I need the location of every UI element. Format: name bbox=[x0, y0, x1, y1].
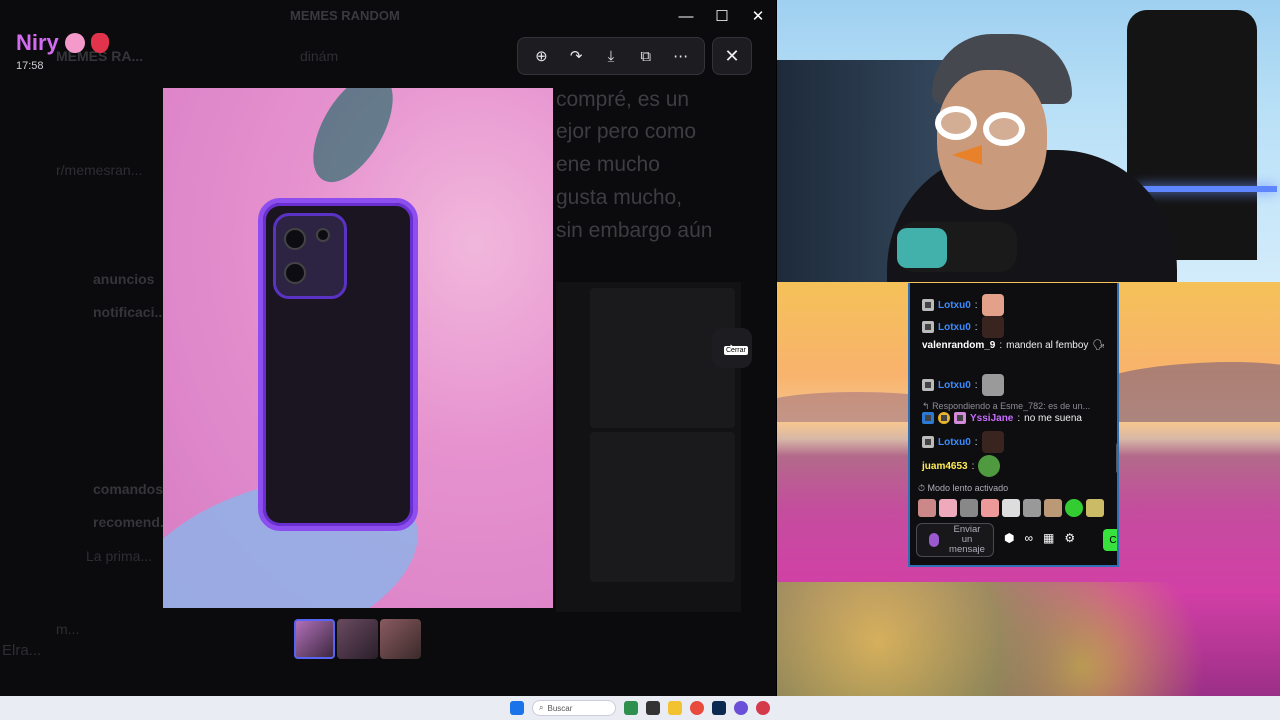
sidebar-item-memes[interactable]: r/memesran... bbox=[56, 162, 142, 178]
window-controls: — ☐ ✕ bbox=[668, 0, 776, 32]
media-image[interactable] bbox=[163, 88, 553, 608]
webcam-feed bbox=[777, 0, 1280, 282]
author-time: 17:58 bbox=[16, 60, 44, 72]
media-author: Niry 17:58 bbox=[16, 30, 109, 72]
chrome-icon[interactable] bbox=[690, 701, 704, 715]
bg-message-line: gusta mucho, bbox=[556, 186, 683, 209]
emote-icon[interactable] bbox=[939, 499, 957, 517]
app-icon[interactable] bbox=[734, 701, 748, 715]
user-badge-icon bbox=[922, 299, 934, 311]
viewer-toolbar: ⊕ ↷ ⤓ ⧉ ⋯ bbox=[517, 37, 705, 75]
sidebar-item-m[interactable]: m... bbox=[56, 621, 79, 637]
emote-icon[interactable] bbox=[918, 499, 936, 517]
emote-icon[interactable] bbox=[960, 499, 978, 517]
user-badge-icon bbox=[922, 412, 934, 424]
zoom-in-icon[interactable]: ⊕ bbox=[528, 47, 554, 65]
strawberry-emoji-icon bbox=[90, 33, 109, 53]
clock-icon: ⏱ bbox=[918, 483, 926, 493]
sidebar-item-notificaciones[interactable]: notificaci... bbox=[93, 304, 166, 320]
window-title: MEMES RANDOM bbox=[290, 8, 400, 23]
open-external-icon[interactable]: ⧉ bbox=[633, 48, 659, 65]
emote-icon bbox=[981, 316, 1004, 338]
minimize-button[interactable]: — bbox=[668, 0, 704, 32]
taskbar-search[interactable]: ⌕ Buscar bbox=[532, 700, 616, 716]
reply-context: ↰ Respondiendo a Esme_782: es de un... bbox=[922, 401, 1091, 411]
discord-window: MEMES RANDOM — ☐ ✕ MEMES RA... dinám r/m… bbox=[0, 0, 776, 696]
sidebar-item-comandos[interactable]: comandos bbox=[93, 481, 163, 497]
close-icon: ✕ bbox=[724, 45, 740, 66]
thumbnail[interactable] bbox=[294, 619, 335, 659]
sub-badge-icon bbox=[938, 412, 950, 424]
gear-icon[interactable]: ⚙ bbox=[1064, 531, 1075, 545]
user-badge-icon bbox=[954, 412, 966, 424]
sidebar-item-anuncios[interactable]: anuncios bbox=[93, 271, 154, 287]
chat-message: Lotxu0: bbox=[922, 294, 1004, 316]
emote-icon[interactable] bbox=[1044, 499, 1062, 517]
maximize-button[interactable]: ☐ bbox=[704, 0, 740, 32]
emote-icon[interactable] bbox=[1065, 499, 1083, 517]
thumbnail[interactable] bbox=[337, 619, 378, 659]
more-icon[interactable]: ⋯ bbox=[668, 47, 694, 65]
mic-icon[interactable] bbox=[929, 533, 939, 547]
emote-icon[interactable] bbox=[981, 499, 999, 517]
chat-message: Lotxu0: bbox=[922, 431, 1004, 453]
frog-emote-icon bbox=[978, 455, 1001, 477]
speaker-emoji-icon: 🗣 bbox=[1092, 340, 1106, 351]
sidebar-item-prima[interactable]: La prima... bbox=[86, 548, 152, 564]
bg-message-line: ejor pero como bbox=[556, 120, 697, 143]
task-view-icon[interactable] bbox=[646, 701, 660, 715]
bottom-user: Elra... bbox=[2, 642, 42, 659]
thumbnail-strip bbox=[294, 619, 421, 659]
emote-icon bbox=[981, 294, 1004, 316]
download-icon[interactable]: ⤓ bbox=[598, 48, 624, 65]
chat-scrollbar[interactable] bbox=[1116, 443, 1117, 473]
emote-icon[interactable] bbox=[1023, 499, 1041, 517]
chat-message: Lotxu0: bbox=[922, 374, 1004, 396]
phone-in-photo bbox=[258, 198, 418, 531]
viewer-close-button[interactable]: ✕ bbox=[712, 37, 752, 75]
photoshop-icon[interactable] bbox=[712, 701, 726, 715]
file-explorer-icon[interactable] bbox=[668, 701, 682, 715]
thumbnail[interactable] bbox=[380, 619, 421, 659]
chat-message: Lotxu0: bbox=[922, 316, 1004, 338]
bg-message-line: ene mucho bbox=[556, 153, 660, 176]
taskbar: ⌕ Buscar bbox=[0, 696, 1280, 720]
channel-tab: dinám bbox=[300, 48, 339, 64]
chat-input[interactable]: Enviar un mensaje bbox=[916, 523, 994, 557]
chat-message: valenrandom_9: manden al femboy 🗣 bbox=[922, 340, 1106, 351]
reply-icon: ↰ bbox=[922, 401, 930, 411]
user-badge-icon bbox=[922, 436, 934, 448]
chat-input-placeholder: Enviar un mensaje bbox=[949, 524, 985, 555]
author-name[interactable]: Niry bbox=[16, 30, 109, 56]
start-icon[interactable] bbox=[510, 701, 524, 715]
search-icon: ⌕ bbox=[539, 703, 544, 712]
flower-emoji-icon bbox=[64, 33, 85, 53]
bg-message-line: compré, es un bbox=[556, 88, 690, 111]
chat-actions: ⬢ ∞ ▦ ⚙ bbox=[1004, 531, 1075, 545]
chat-message: YssiJane: no me suena bbox=[922, 412, 1082, 424]
chat-send-button[interactable]: C bbox=[1103, 529, 1117, 551]
widget-icon[interactable] bbox=[624, 701, 638, 715]
bits-icon[interactable]: ⬢ bbox=[1004, 531, 1014, 545]
screen: MEMES RANDOM — ☐ ✕ MEMES RA... dinám r/m… bbox=[0, 0, 1280, 720]
emote-icon[interactable] bbox=[1086, 499, 1104, 517]
stream-chat: Lotxu0: Lotxu0: valenrandom_9: manden al… bbox=[908, 283, 1119, 567]
sidebar-item-recomend[interactable]: recomend... bbox=[93, 514, 172, 530]
emote-icon bbox=[981, 431, 1004, 453]
app-icon[interactable] bbox=[756, 701, 770, 715]
user-badge-icon bbox=[922, 321, 934, 333]
slow-mode-notice: ⏱ Modo lento activado bbox=[918, 483, 1009, 493]
emote-row bbox=[918, 499, 1104, 517]
chat-message: juam4653: bbox=[922, 455, 1001, 477]
forward-icon[interactable]: ↷ bbox=[563, 47, 589, 65]
emote-icon bbox=[981, 374, 1004, 396]
window-close-button[interactable]: ✕ bbox=[740, 0, 776, 32]
store-icon[interactable]: ▦ bbox=[1043, 531, 1054, 545]
user-badge-icon bbox=[922, 379, 934, 391]
bg-message-line: sin embargo aún bbox=[556, 219, 713, 242]
emote-icon[interactable] bbox=[1002, 499, 1020, 517]
infinity-icon[interactable]: ∞ bbox=[1024, 531, 1033, 545]
tooltip: Cerrar bbox=[724, 346, 748, 355]
